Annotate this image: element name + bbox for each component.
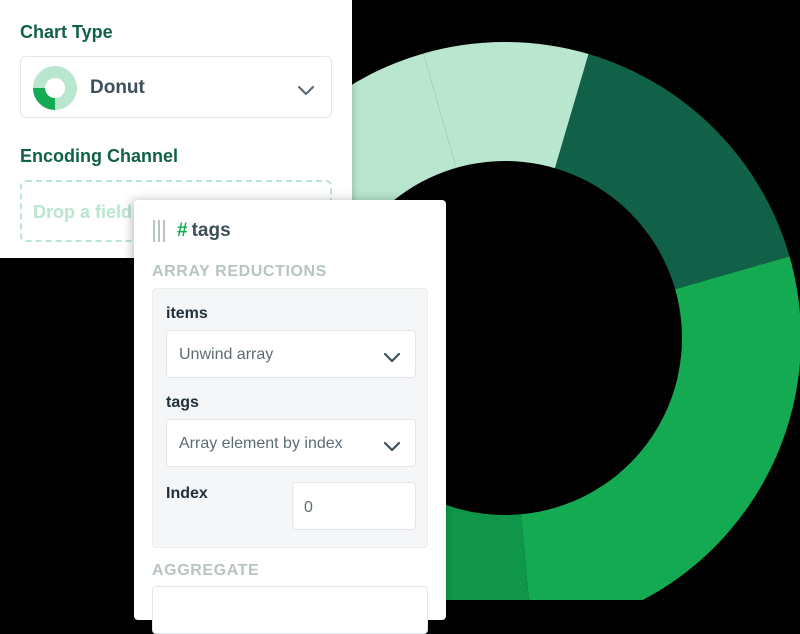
dropzone-placeholder: Drop a field [33, 202, 133, 222]
chart-type-select[interactable]: Donut [20, 56, 332, 118]
index-label: Index [166, 485, 208, 502]
tags-reduction-select[interactable]: Array element by index [166, 419, 416, 467]
items-reduction-value: Unwind array [179, 346, 274, 363]
field-name-label: tags [191, 220, 231, 241]
chevron-down-icon [297, 83, 315, 101]
encoding-channel-title: Encoding Channel [20, 146, 179, 166]
field-type-symbol: # [177, 220, 188, 241]
chevron-down-icon [383, 350, 401, 368]
index-value: 0 [304, 499, 313, 516]
array-reductions-title: ARRAY REDUCTIONS [152, 263, 327, 280]
field-card: # tags ARRAY REDUCTIONS items Unwind arra… [134, 200, 446, 634]
donut-chart-icon [33, 66, 77, 115]
chevron-down-icon [383, 439, 401, 457]
tags-reduction-value: Array element by index [179, 435, 343, 452]
chart-type-label: Donut [90, 77, 145, 98]
aggregate-select[interactable] [152, 586, 428, 634]
drag-handle-icon[interactable] [152, 220, 166, 247]
array-reductions-box: items Unwind array tags Array element by… [152, 288, 428, 548]
tags-label: tags [166, 394, 199, 411]
index-input[interactable]: 0 [292, 482, 416, 530]
items-label: items [166, 305, 208, 322]
aggregate-title: AGGREGATE [152, 562, 260, 579]
items-reduction-select[interactable]: Unwind array [166, 330, 416, 378]
chart-type-title: Chart Type [20, 22, 113, 42]
field-name: # tags [177, 220, 231, 242]
